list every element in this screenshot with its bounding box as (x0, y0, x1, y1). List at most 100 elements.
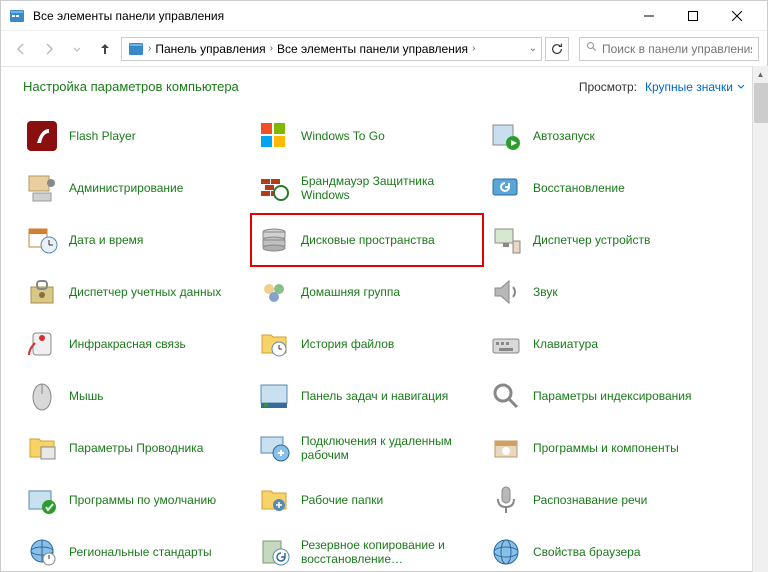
scrollbar-thumb[interactable] (754, 83, 768, 123)
search-input[interactable] (602, 42, 752, 56)
explorer-options-icon (25, 431, 59, 465)
item-indexing-options[interactable]: Параметры индексирования (483, 370, 715, 422)
item-region[interactable]: Региональные стандарты (19, 526, 251, 571)
item-backup-restore[interactable]: Резервное копирование и восстановление… (251, 526, 483, 571)
item-flash-player[interactable]: Flash Player (19, 110, 251, 162)
item-date-time[interactable]: Дата и время (19, 214, 251, 266)
item-autoplay[interactable]: Автозапуск (483, 110, 715, 162)
scroll-up-icon[interactable]: ▲ (753, 66, 768, 82)
breadcrumb[interactable]: › Панель управления › Все элементы панел… (121, 37, 542, 61)
breadcrumb-seg-1[interactable]: Панель управления (153, 42, 267, 56)
item-label: Программы по умолчанию (69, 493, 216, 507)
item-label: Подключения к удаленным рабочим (301, 434, 477, 463)
item-speech-recognition[interactable]: Распознавание речи (483, 474, 715, 526)
chevron-right-icon[interactable]: › (270, 43, 273, 54)
programs-icon (489, 431, 523, 465)
item-credential-manager[interactable]: Диспетчер учетных данных (19, 266, 251, 318)
item-default-programs[interactable]: Программы по умолчанию (19, 474, 251, 526)
page-heading: Настройка параметров компьютера (23, 79, 239, 94)
item-internet-options[interactable]: Свойства браузера (483, 526, 715, 571)
search-icon (586, 41, 598, 56)
item-taskbar-navigation[interactable]: Панель задач и навигация (251, 370, 483, 422)
item-label: Параметры Проводника (69, 441, 203, 455)
windows-to-go-icon (257, 119, 291, 153)
minimize-button[interactable] (627, 2, 671, 30)
mouse-icon (25, 379, 59, 413)
item-label: Панель задач и навигация (301, 389, 448, 403)
forward-button[interactable] (37, 37, 61, 61)
item-label: Flash Player (69, 129, 136, 143)
item-sound[interactable]: Звук (483, 266, 715, 318)
item-storage-spaces[interactable]: Дисковые пространства (251, 214, 483, 266)
item-mouse[interactable]: Мышь (19, 370, 251, 422)
infrared-icon (25, 327, 59, 361)
item-label: История файлов (301, 337, 394, 351)
taskbar-icon (257, 379, 291, 413)
window-buttons (627, 2, 759, 30)
back-button[interactable] (9, 37, 33, 61)
breadcrumb-root-icon[interactable] (126, 41, 146, 57)
item-work-folders[interactable]: Рабочие папки (251, 474, 483, 526)
item-admin-tools[interactable]: Администрирование (19, 162, 251, 214)
speech-icon (489, 483, 523, 517)
credential-manager-icon (25, 275, 59, 309)
window: Все элементы панели управления › Панель … (0, 0, 768, 572)
sound-icon (489, 275, 523, 309)
recovery-icon (489, 171, 523, 205)
item-homegroup[interactable]: Домашняя группа (251, 266, 483, 318)
item-programs-features[interactable]: Программы и компоненты (483, 422, 715, 474)
item-keyboard[interactable]: Клавиатура (483, 318, 715, 370)
item-label: Брандмауэр Защитника Windows (301, 174, 477, 203)
item-remote-connections[interactable]: Подключения к удаленным рабочим (251, 422, 483, 474)
keyboard-icon (489, 327, 523, 361)
control-panel-icon (9, 8, 25, 24)
view-label: Просмотр: (579, 80, 637, 94)
item-label: Параметры индексирования (533, 389, 691, 403)
maximize-button[interactable] (671, 2, 715, 30)
item-label: Звук (533, 285, 558, 299)
item-label: Распознавание речи (533, 493, 647, 507)
refresh-button[interactable] (545, 37, 569, 61)
date-time-icon (25, 223, 59, 257)
item-label: Региональные стандарты (69, 545, 212, 559)
item-infrared[interactable]: Инфракрасная связь (19, 318, 251, 370)
view-value: Крупные значки (645, 80, 733, 94)
header-row: Настройка параметров компьютера Просмотр… (1, 67, 767, 102)
search-box[interactable] (579, 37, 759, 61)
file-history-icon (257, 327, 291, 361)
item-firewall[interactable]: Брандмауэр Защитника Windows (251, 162, 483, 214)
item-label: Дисковые пространства (301, 233, 435, 247)
autoplay-icon (489, 119, 523, 153)
view-dropdown[interactable]: Крупные значки (645, 80, 745, 94)
chevron-down-icon (737, 83, 745, 91)
backup-icon (257, 535, 291, 569)
region-icon (25, 535, 59, 569)
up-button[interactable] (93, 37, 117, 61)
item-label: Мышь (69, 389, 104, 403)
item-windows-to-go[interactable]: Windows To Go (251, 110, 483, 162)
storage-spaces-icon (257, 223, 291, 257)
item-label: Администрирование (69, 181, 183, 195)
chevron-down-icon[interactable]: ⌄ (529, 43, 537, 54)
default-programs-icon (25, 483, 59, 517)
item-label: Восстановление (533, 181, 625, 195)
homegroup-icon (257, 275, 291, 309)
item-label: Диспетчер учетных данных (69, 285, 221, 299)
item-device-manager[interactable]: Диспетчер устройств (483, 214, 715, 266)
item-recovery[interactable]: Восстановление (483, 162, 715, 214)
internet-options-icon (489, 535, 523, 569)
chevron-right-icon[interactable]: › (472, 43, 475, 54)
recent-dropdown[interactable] (65, 37, 89, 61)
device-manager-icon (489, 223, 523, 257)
scrollbar[interactable]: ▲ (752, 66, 768, 572)
item-file-history[interactable]: История файлов (251, 318, 483, 370)
work-folders-icon (257, 483, 291, 517)
item-label: Клавиатура (533, 337, 598, 351)
items-grid: Flash Player Windows To Go Автозапуск Ад… (1, 102, 767, 571)
close-button[interactable] (715, 2, 759, 30)
breadcrumb-seg-2[interactable]: Все элементы панели управления (275, 42, 470, 56)
item-explorer-options[interactable]: Параметры Проводника (19, 422, 251, 474)
item-label: Автозапуск (533, 129, 595, 143)
item-label: Дата и время (69, 233, 143, 247)
chevron-right-icon[interactable]: › (148, 43, 151, 54)
